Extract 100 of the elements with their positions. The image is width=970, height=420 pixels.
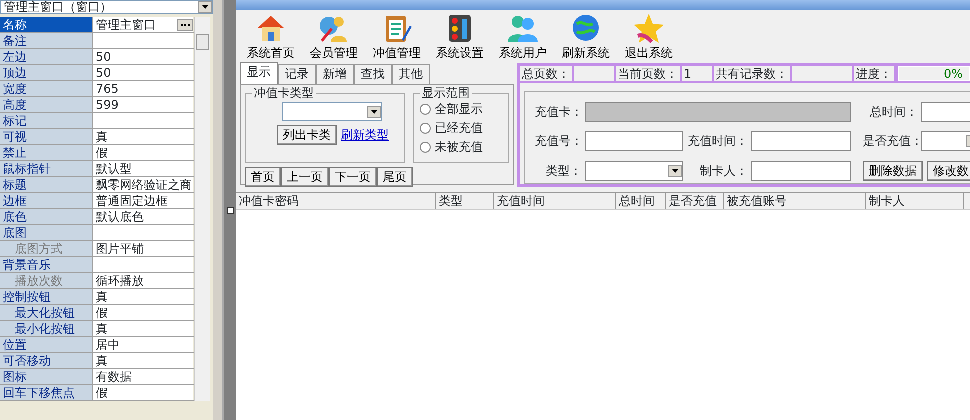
property-value-cell[interactable]: 真 (93, 289, 193, 304)
pager-button[interactable]: 首页 (245, 167, 281, 187)
select-field[interactable] (585, 161, 683, 182)
progress-reading: 0% (944, 67, 964, 81)
status-label: 总页数： (520, 66, 572, 81)
property-value-cell[interactable]: 765 (93, 81, 193, 96)
property-value-cell[interactable] (93, 113, 193, 128)
property-name[interactable]: 位置 (0, 337, 93, 352)
property-name[interactable]: 高度 (0, 97, 93, 112)
column-header[interactable]: 充值时间 (494, 193, 616, 209)
toolbar-button[interactable]: 冲值管理 (366, 12, 428, 62)
property-name[interactable]: 最大化按钮 (0, 305, 93, 320)
resize-handle[interactable] (226, 206, 234, 214)
property-value-cell[interactable]: 居中 (93, 337, 193, 352)
status-label: 共有记录数： (714, 66, 790, 81)
dropdown-button[interactable] (668, 165, 682, 178)
toolbar-button[interactable]: 会员管理 (303, 12, 365, 62)
dropdown-button[interactable] (198, 1, 212, 13)
field-label: 制卡人： (699, 163, 749, 180)
column-header[interactable]: 冲值卡密码 (236, 193, 436, 209)
radio-label[interactable]: 全部显示 (435, 100, 483, 119)
property-name[interactable]: 边框 (0, 193, 93, 208)
object-selector[interactable]: 管理主窗口（窗口） (0, 0, 213, 14)
refresh-types-link[interactable]: 刷新类型 (341, 126, 389, 144)
property-name[interactable]: 可视 (0, 129, 93, 144)
property-value-cell[interactable] (93, 257, 193, 272)
property-value-cell[interactable]: 真 (93, 129, 193, 144)
input-field[interactable] (585, 131, 683, 152)
tab[interactable]: 查找 (354, 64, 392, 84)
property-value-cell[interactable]: 599 (93, 97, 193, 112)
property-name[interactable]: 宽度 (0, 81, 93, 96)
tab[interactable]: 其他 (392, 64, 430, 84)
property-value-cell[interactable]: 50 (93, 49, 193, 64)
property-name[interactable]: 禁止 (0, 145, 93, 160)
select-field[interactable] (921, 131, 970, 152)
column-header[interactable]: 总时间 (616, 193, 666, 209)
caret-icon (202, 5, 208, 9)
property-name[interactable]: 图标 (0, 369, 93, 384)
property-value-cell[interactable] (93, 33, 193, 48)
form-button[interactable]: 删除数据 (863, 161, 923, 182)
toolbar-button[interactable]: 退出系统 (618, 12, 680, 62)
property-value-cell[interactable]: 默认底色 (93, 209, 193, 224)
property-name[interactable]: 回车下移焦点 (0, 385, 93, 400)
property-value-cell[interactable]: 50 (93, 65, 193, 80)
status-label: 进度： (854, 66, 894, 81)
radio-label[interactable]: 未被充值 (435, 138, 483, 157)
toolbar-button[interactable]: 系统用户 (492, 12, 554, 62)
list-types-button[interactable]: 列出卡类 (277, 125, 337, 145)
property-value-cell[interactable] (93, 225, 193, 240)
status-value: 1 (682, 66, 712, 81)
property-value-cell[interactable]: 管理主窗口 (93, 17, 193, 32)
property-name[interactable]: 备注 (0, 33, 93, 48)
radio-button[interactable] (420, 142, 431, 153)
property-name[interactable]: 标记 (0, 113, 93, 128)
property-name[interactable]: 底色 (0, 209, 93, 224)
column-header[interactable]: 制卡人 (866, 193, 964, 209)
group-title: 冲值卡类型 (252, 86, 316, 100)
property-value-cell[interactable]: 有数据 (93, 369, 193, 384)
property-value-cell[interactable]: 假 (93, 305, 193, 320)
property-value-cell[interactable]: 默认型 (93, 161, 193, 176)
toolbar-button[interactable]: 系统设置 (429, 12, 491, 62)
property-name[interactable]: 顶边 (0, 65, 93, 80)
ellipsis-button[interactable] (177, 18, 193, 30)
input-field[interactable] (921, 102, 970, 122)
property-name[interactable]: 鼠标指针 (0, 161, 93, 176)
pager-button[interactable]: 上一页 (281, 167, 329, 187)
tab[interactable]: 显示 (240, 62, 278, 84)
property-value-cell[interactable]: 假 (93, 385, 193, 400)
input-field[interactable] (751, 161, 851, 182)
input-field[interactable] (751, 131, 851, 152)
property-name[interactable]: 最小化按钮 (0, 321, 93, 336)
property-value-cell[interactable]: 真 (93, 321, 193, 336)
property-name[interactable]: 底图 (0, 225, 93, 240)
property-value-cell[interactable]: 普通固定边框 (93, 193, 193, 208)
property-name[interactable]: 背景音乐 (0, 257, 93, 272)
radio-button[interactable] (420, 104, 431, 115)
property-value-cell[interactable]: 真 (93, 353, 193, 368)
property-value-cell[interactable]: 飘零网络验证之商 (93, 177, 193, 192)
toolbar-button[interactable]: 系统首页 (240, 12, 302, 62)
property-name[interactable]: 控制按钮 (0, 289, 93, 304)
scrollbar[interactable] (194, 17, 210, 401)
tab[interactable]: 新增 (316, 64, 354, 84)
column-header[interactable]: 被充值账号 (724, 193, 866, 209)
property-name[interactable]: 可否移动 (0, 353, 93, 368)
radio-button[interactable] (420, 123, 431, 134)
property-name[interactable]: 左边 (0, 49, 93, 64)
star-icon (632, 12, 666, 44)
column-header[interactable]: 类型 (436, 193, 494, 209)
pager-button[interactable]: 尾页 (377, 167, 413, 187)
toolbar-button[interactable]: 刷新系统 (555, 12, 617, 62)
dropdown-button[interactable] (367, 106, 381, 118)
radio-label[interactable]: 已经充值 (435, 119, 483, 138)
form-button[interactable]: 修改数 (927, 161, 970, 182)
tab[interactable]: 记录 (278, 64, 316, 84)
property-name[interactable]: 标题 (0, 177, 93, 192)
field-label: 充值卡： (535, 104, 584, 121)
property-value-cell[interactable]: 假 (93, 145, 193, 160)
pager-button[interactable]: 下一页 (329, 167, 377, 187)
property-name[interactable]: 名称 (0, 17, 93, 32)
column-header[interactable]: 是否充值 (666, 193, 724, 209)
